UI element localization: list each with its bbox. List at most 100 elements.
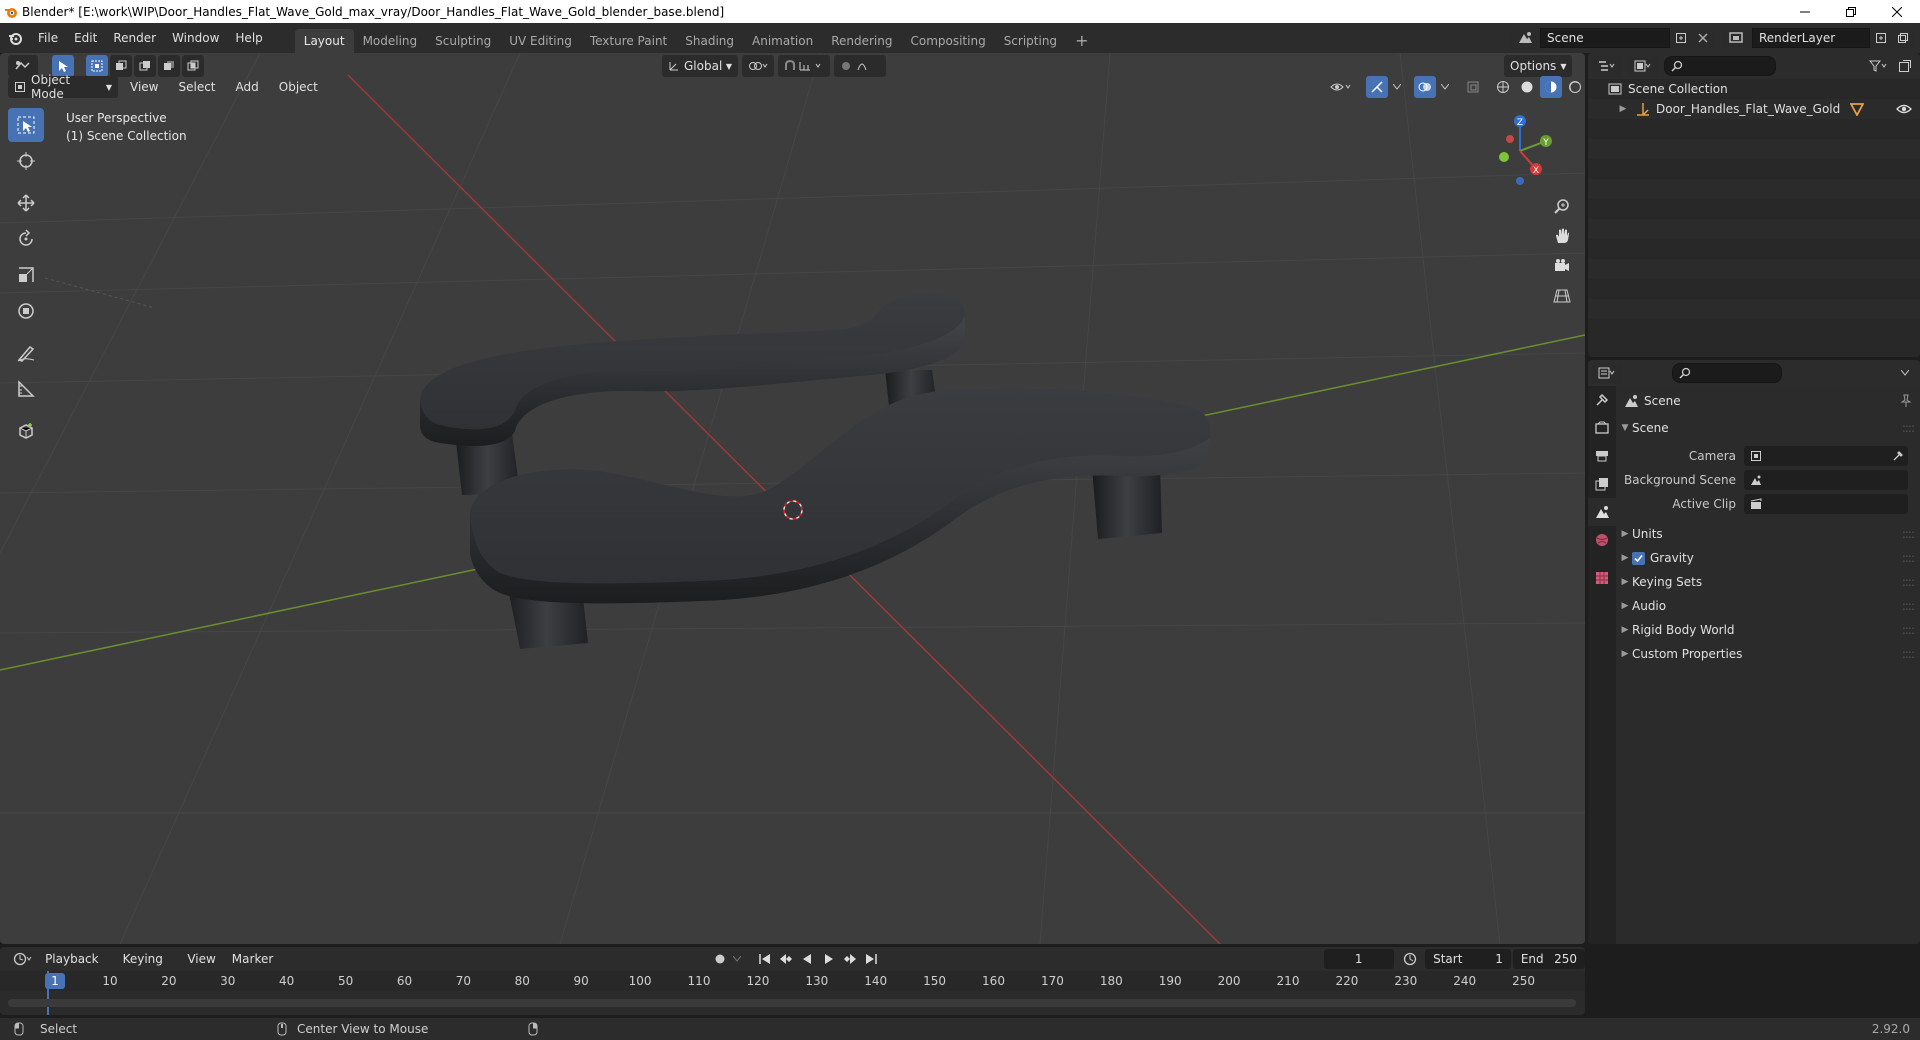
scene-name-field[interactable]: Scene	[1540, 28, 1670, 48]
subpanel-custom-properties[interactable]: ▶ Custom Properties ::::	[1616, 642, 1920, 666]
proportional-editing-toggle[interactable]	[834, 55, 886, 77]
properties-search-input[interactable]	[1672, 363, 1782, 383]
measure-tool[interactable]	[8, 372, 44, 406]
overlays-dropdown-icon[interactable]	[1438, 76, 1452, 98]
xray-toggle-icon[interactable]	[1462, 76, 1484, 98]
timeline-scrollbar[interactable]	[8, 999, 1576, 1007]
subpanel-keying-sets[interactable]: ▶ Keying Sets ::::	[1616, 570, 1920, 594]
tab-sculpting[interactable]: Sculpting	[426, 29, 500, 53]
outliner-editor-type-icon[interactable]	[1592, 55, 1622, 77]
drag-grip-icon[interactable]: ::::	[1902, 551, 1915, 565]
jump-to-keyframe-back-icon[interactable]	[775, 948, 796, 970]
scale-tool[interactable]	[8, 258, 44, 292]
subpanel-rigid-body-world[interactable]: ▶ Rigid Body World ::::	[1616, 618, 1920, 642]
current-frame-field[interactable]: 1	[1323, 949, 1394, 969]
view-layer-name-field[interactable]: RenderLayer	[1752, 28, 1870, 48]
add-workspace-button[interactable]: +	[1066, 29, 1097, 53]
visibility-dropdown-icon[interactable]	[1326, 76, 1356, 98]
tab-scripting[interactable]: Scripting	[995, 29, 1066, 53]
restore-button[interactable]	[1828, 0, 1874, 23]
modifier-icon[interactable]	[1850, 102, 1865, 116]
menu-file[interactable]: File	[30, 27, 66, 49]
gravity-checkbox[interactable]	[1632, 551, 1645, 565]
transform-orientation-dropdown[interactable]: Global ▼	[662, 55, 738, 77]
collapse-arrow-icon[interactable]: ▼	[1618, 423, 1632, 433]
jump-to-start-icon[interactable]	[754, 948, 775, 970]
selection-difference-icon[interactable]	[158, 55, 180, 77]
minimize-button[interactable]	[1782, 0, 1828, 23]
tab-uv-editing[interactable]: UV Editing	[500, 29, 581, 53]
menu-edit[interactable]: Edit	[66, 27, 105, 49]
camera-view-icon[interactable]	[1550, 253, 1574, 279]
expand-arrow-icon[interactable]: ▶	[1618, 625, 1632, 635]
texture-tab-icon[interactable]	[1588, 564, 1616, 592]
pivot-point-dropdown[interactable]	[742, 55, 774, 77]
blender-menu-icon[interactable]	[0, 30, 30, 46]
scene-panel-header[interactable]: ▼ Scene ::::	[1616, 416, 1920, 440]
pan-hand-icon[interactable]	[1550, 223, 1574, 249]
timeline-playback-menu[interactable]: Playback ▼	[37, 948, 115, 987]
tab-shading[interactable]: Shading	[676, 29, 743, 53]
selection-subtract-icon[interactable]	[134, 55, 156, 77]
jump-to-end-icon[interactable]	[861, 948, 882, 970]
timeline-editor-type-icon[interactable]	[8, 948, 37, 970]
gizmo-neg-z-axis[interactable]	[1516, 177, 1524, 185]
drag-grip-icon[interactable]: ::::	[1902, 647, 1915, 661]
zoom-icon[interactable]	[1550, 193, 1574, 219]
menu-window[interactable]: Window	[164, 27, 227, 49]
tab-layout[interactable]: Layout	[294, 28, 354, 53]
door-handle-front[interactable]	[470, 387, 1211, 649]
drag-grip-icon[interactable]: ::::	[1902, 623, 1915, 637]
display-mode-icon[interactable]	[1628, 55, 1658, 77]
timeline-ruler[interactable]: 10 20 30 40 50 60 70 80 90 100 110 120 130 140 150 160 1…	[0, 971, 1585, 991]
timeline-keying-menu[interactable]: Keying ▼	[115, 948, 180, 987]
gizmos-dropdown-icon[interactable]	[1390, 76, 1404, 98]
rotate-tool[interactable]	[8, 222, 44, 256]
jump-to-keyframe-forward-icon[interactable]	[839, 948, 860, 970]
tab-modeling[interactable]: Modeling	[354, 29, 427, 53]
properties-options-icon[interactable]	[1894, 362, 1916, 384]
subpanel-gravity[interactable]: ▶ Gravity ::::	[1616, 546, 1920, 570]
expand-arrow-icon[interactable]: ▶	[1618, 529, 1632, 539]
close-window-button[interactable]	[1874, 0, 1920, 23]
select-box-tool[interactable]	[8, 108, 44, 142]
subpanel-units[interactable]: ▶ Units ::::	[1616, 522, 1920, 546]
tab-compositing[interactable]: Compositing	[901, 29, 994, 53]
render-tab-icon[interactable]	[1588, 414, 1616, 442]
playhead-frame-badge[interactable]: 1	[45, 973, 65, 989]
transform-tool[interactable]	[8, 294, 44, 328]
remove-view-layer-icon[interactable]	[1892, 27, 1914, 49]
drag-grip-icon[interactable]: ::::	[1902, 527, 1915, 541]
tool-tab-icon[interactable]	[1588, 386, 1616, 414]
timeline-marker-menu[interactable]: Marker	[224, 948, 281, 970]
drag-grip-icon[interactable]: ::::	[1902, 599, 1915, 613]
outliner-item-door-handles[interactable]: ▶ Door_Handles_Flat_Wave_Gold	[1588, 99, 1920, 119]
new-view-layer-icon[interactable]	[1870, 27, 1892, 49]
overlays-toggle-icon[interactable]	[1414, 76, 1436, 98]
pin-icon[interactable]	[1900, 394, 1912, 408]
delete-scene-icon[interactable]	[1692, 27, 1714, 49]
object-mode-dropdown[interactable]: Object Mode ▼	[8, 73, 118, 101]
wireframe-shading-icon[interactable]	[1492, 76, 1514, 98]
view-layer-tab-icon[interactable]	[1588, 470, 1616, 498]
viewport-menu-view[interactable]: View	[122, 76, 166, 98]
filter-icon[interactable]	[1864, 55, 1894, 77]
world-tab-icon[interactable]	[1588, 526, 1616, 554]
tab-animation[interactable]: Animation	[743, 29, 822, 53]
material-preview-shading-icon[interactable]	[1540, 76, 1562, 98]
expand-arrow-icon[interactable]: ▶	[1618, 577, 1632, 587]
expand-arrow-icon[interactable]: ▶	[1618, 649, 1632, 659]
move-tool[interactable]	[8, 186, 44, 220]
navigation-gizmo[interactable]: Z Y X	[1480, 111, 1560, 191]
tab-texture-paint[interactable]: Texture Paint	[581, 29, 676, 53]
snap-toggle[interactable]	[778, 55, 830, 77]
end-frame-field[interactable]: End 250	[1512, 949, 1585, 969]
solid-shading-icon[interactable]	[1516, 76, 1538, 98]
menu-render[interactable]: Render	[105, 27, 164, 49]
auto-keying-record-icon[interactable]	[709, 948, 730, 970]
expand-arrow-icon[interactable]: ▶	[1618, 601, 1632, 611]
drag-grip-icon[interactable]: ::::	[1902, 575, 1915, 589]
keying-dropdown-icon[interactable]	[731, 948, 743, 970]
viewport-menu-add[interactable]: Add	[228, 76, 267, 98]
expand-arrow-icon[interactable]: ▶	[1618, 553, 1632, 563]
